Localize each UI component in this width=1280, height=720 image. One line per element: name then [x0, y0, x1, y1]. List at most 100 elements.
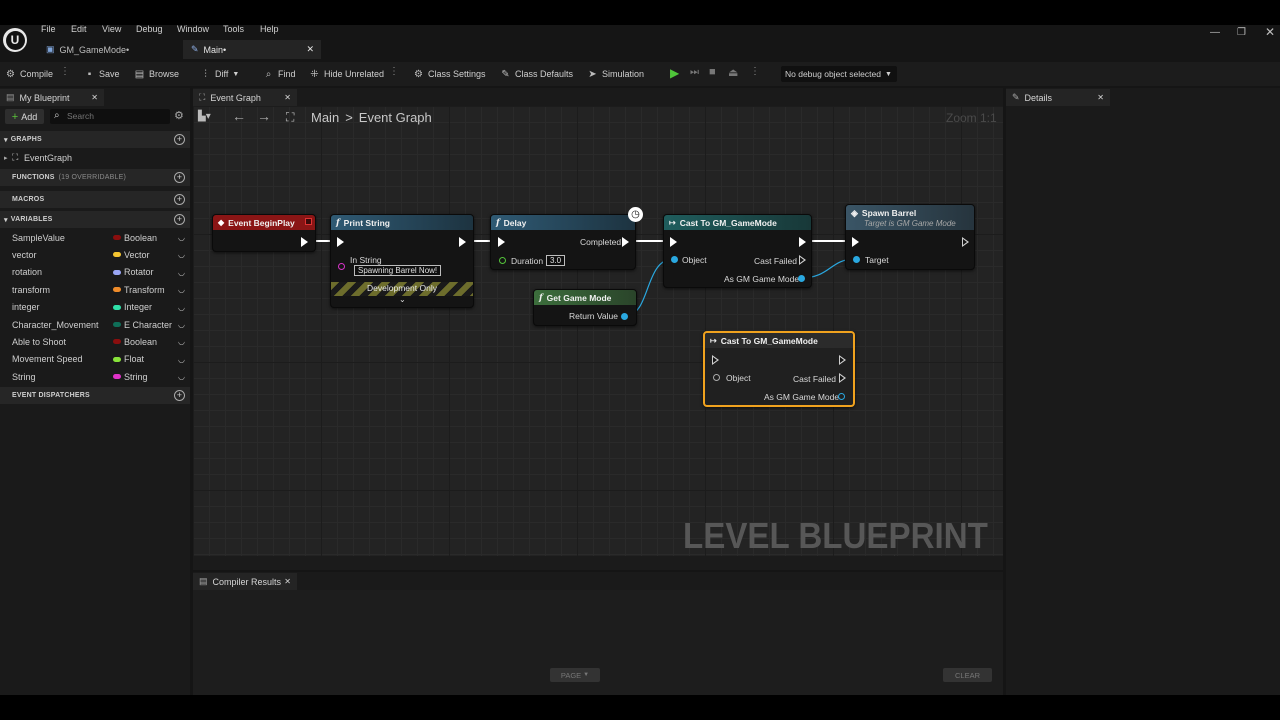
exec-out-pin[interactable]	[459, 237, 466, 247]
exec-out-pin[interactable]	[301, 237, 308, 247]
variable-row[interactable]: String String ◡	[0, 368, 190, 385]
browse-button[interactable]: ▤ Browse	[134, 66, 179, 82]
exec-in-pin[interactable]	[498, 237, 505, 247]
variable-row[interactable]: vector Vector ◡	[0, 246, 190, 263]
menu-help[interactable]: Help	[260, 24, 279, 34]
menu-file[interactable]: File	[41, 24, 56, 34]
debug-object-select[interactable]: No debug object selected ▼	[781, 66, 897, 82]
visibility-eye-icon[interactable]: ◡	[178, 250, 185, 259]
exec-out-pin[interactable]	[962, 237, 969, 247]
category-functions[interactable]: FUNCTIONS (19 OVERRIDABLE) +	[0, 169, 190, 186]
menu-tools[interactable]: Tools	[223, 24, 244, 34]
exec-in-pin[interactable]	[337, 237, 344, 247]
object-pin[interactable]	[713, 374, 720, 381]
variable-type[interactable]: Transform	[124, 285, 174, 295]
tab-my-blueprint[interactable]: ▤ My Blueprint ✕	[0, 89, 104, 106]
variable-type[interactable]: Rotator	[124, 267, 174, 277]
add-button[interactable]: + Add	[5, 109, 44, 124]
variable-row[interactable]: integer Integer ◡	[0, 299, 190, 316]
target-pin[interactable]	[853, 256, 860, 263]
variable-type[interactable]: String	[124, 372, 174, 382]
as-gm-game-mode-pin[interactable]	[798, 275, 805, 282]
variable-type[interactable]: Boolean	[124, 233, 174, 243]
menu-view[interactable]: View	[102, 24, 121, 34]
add-variable-icon[interactable]: +	[174, 214, 185, 225]
variable-row[interactable]: SampleValue Boolean ◡	[0, 229, 190, 246]
search-field[interactable]: ⌕	[50, 109, 170, 124]
delegate-pin-icon[interactable]	[305, 218, 312, 225]
close-tab-icon[interactable]: ✕	[91, 93, 98, 102]
add-macro-icon[interactable]: +	[174, 194, 185, 205]
node-delay[interactable]: f Delay ◷ Completed Duration 3.0	[490, 207, 643, 270]
step-icon[interactable]: ⏭	[690, 67, 699, 78]
compile-button[interactable]: ⚙ Compile	[5, 66, 53, 82]
visibility-eye-icon[interactable]: ◡	[178, 285, 185, 294]
graph-item-eventgraph[interactable]: ▸ ⛶ EventGraph	[0, 149, 190, 166]
toolbar-options-icon[interactable]: ⋮	[389, 66, 399, 80]
variable-type[interactable]: Vector	[124, 250, 174, 260]
search-input[interactable]	[67, 110, 167, 122]
expand-chevron-icon[interactable]: ⌄	[399, 295, 406, 304]
hide-unrelated-button[interactable]: ⁜ Hide Unrelated	[309, 66, 384, 82]
variable-row[interactable]: rotation Rotator ◡	[0, 264, 190, 281]
save-button[interactable]: ▪ Save	[84, 66, 120, 82]
exec-out-pin[interactable]	[799, 237, 806, 247]
node-cast-to-gm-gamemode[interactable]: ↦ Cast To GM_GameMode Object Cast Failed…	[663, 214, 812, 288]
object-pin[interactable]	[671, 256, 678, 263]
play-icon[interactable]: ▶	[670, 66, 679, 80]
visibility-eye-icon[interactable]: ◡	[178, 372, 185, 381]
tab-details[interactable]: ✎ Details ✕	[1006, 89, 1110, 106]
stop-icon[interactable]: ■	[709, 66, 716, 78]
node-print-string[interactable]: f Print String In String Spawning Barrel…	[330, 214, 474, 308]
completed-exec-pin[interactable]	[622, 237, 629, 247]
cast-failed-exec-pin[interactable]	[839, 373, 846, 383]
menu-edit[interactable]: Edit	[71, 24, 87, 34]
settings-gear-icon[interactable]: ⚙	[174, 109, 184, 122]
node-event-beginplay[interactable]: ◆ Event BeginPlay	[212, 214, 316, 252]
category-macros[interactable]: MACROS +	[0, 191, 190, 208]
forward-arrow-icon[interactable]: →	[257, 108, 271, 124]
find-button[interactable]: ⌕ Find	[263, 66, 296, 82]
unreal-logo-icon[interactable]: U	[3, 28, 27, 52]
breadcrumb-root[interactable]: Main	[311, 110, 339, 125]
back-arrow-icon[interactable]: ←	[232, 108, 246, 124]
doc-tab-main[interactable]: ✎ Main• ✕	[183, 40, 321, 59]
category-graphs[interactable]: ▾ GRAPHS +	[0, 131, 190, 148]
variable-type[interactable]: Boolean	[124, 337, 174, 347]
node-cast-to-gm-gamemode-selected[interactable]: ↦ Cast To GM_GameMode Object Cast Failed…	[703, 331, 855, 407]
node-spawn-barrel[interactable]: ◈ Spawn Barrel Target is GM Game Mode Ta…	[845, 204, 975, 270]
close-tab-icon[interactable]: ✕	[284, 93, 291, 102]
graph-canvas[interactable]	[193, 106, 1003, 558]
exec-in-pin[interactable]	[670, 237, 677, 247]
visibility-eye-icon[interactable]: ◡	[178, 355, 185, 364]
class-settings-button[interactable]: ⚙ Class Settings	[413, 66, 486, 82]
variable-row[interactable]: Movement Speed Float ◡	[0, 351, 190, 368]
class-defaults-button[interactable]: ✎ Class Defaults	[500, 66, 573, 82]
page-button[interactable]: PAGE ▼	[550, 668, 600, 682]
cast-failed-exec-pin[interactable]	[799, 255, 806, 265]
bookmark-icon[interactable]: ▙▾	[198, 111, 211, 122]
category-variables[interactable]: ▾ VARIABLES +	[0, 211, 190, 228]
compile-options-icon[interactable]: ⋮	[60, 66, 70, 80]
menu-debug[interactable]: Debug	[136, 24, 163, 34]
as-gm-game-mode-pin[interactable]	[838, 393, 845, 400]
visibility-eye-icon[interactable]: ◡	[178, 233, 185, 242]
visibility-eye-icon[interactable]: ◡	[178, 268, 185, 277]
exec-in-pin[interactable]	[852, 237, 859, 247]
in-string-input[interactable]: Spawning Barrel Now!	[354, 265, 442, 276]
tab-compiler-results[interactable]: ▤ Compiler Results ✕	[193, 573, 297, 590]
close-tab-icon[interactable]: ✕	[284, 577, 291, 586]
minimize-icon[interactable]: —	[1210, 27, 1220, 38]
node-get-game-mode[interactable]: f Get Game Mode Return Value	[533, 289, 637, 326]
eject-icon[interactable]: ⏏	[728, 66, 738, 79]
visibility-eye-icon[interactable]: ◡	[178, 303, 185, 312]
variable-type[interactable]: E Character I	[124, 320, 174, 330]
duration-input[interactable]: 3.0	[546, 255, 566, 266]
variable-type[interactable]: Float	[124, 354, 174, 364]
play-options-icon[interactable]: ⋮	[750, 66, 760, 80]
add-function-icon[interactable]: +	[174, 172, 185, 183]
diff-button[interactable]: ⫶ Diff ▼	[200, 66, 239, 82]
clear-button[interactable]: CLEAR	[943, 668, 992, 682]
return-value-pin[interactable]	[621, 313, 628, 320]
exec-out-pin[interactable]	[839, 355, 846, 365]
